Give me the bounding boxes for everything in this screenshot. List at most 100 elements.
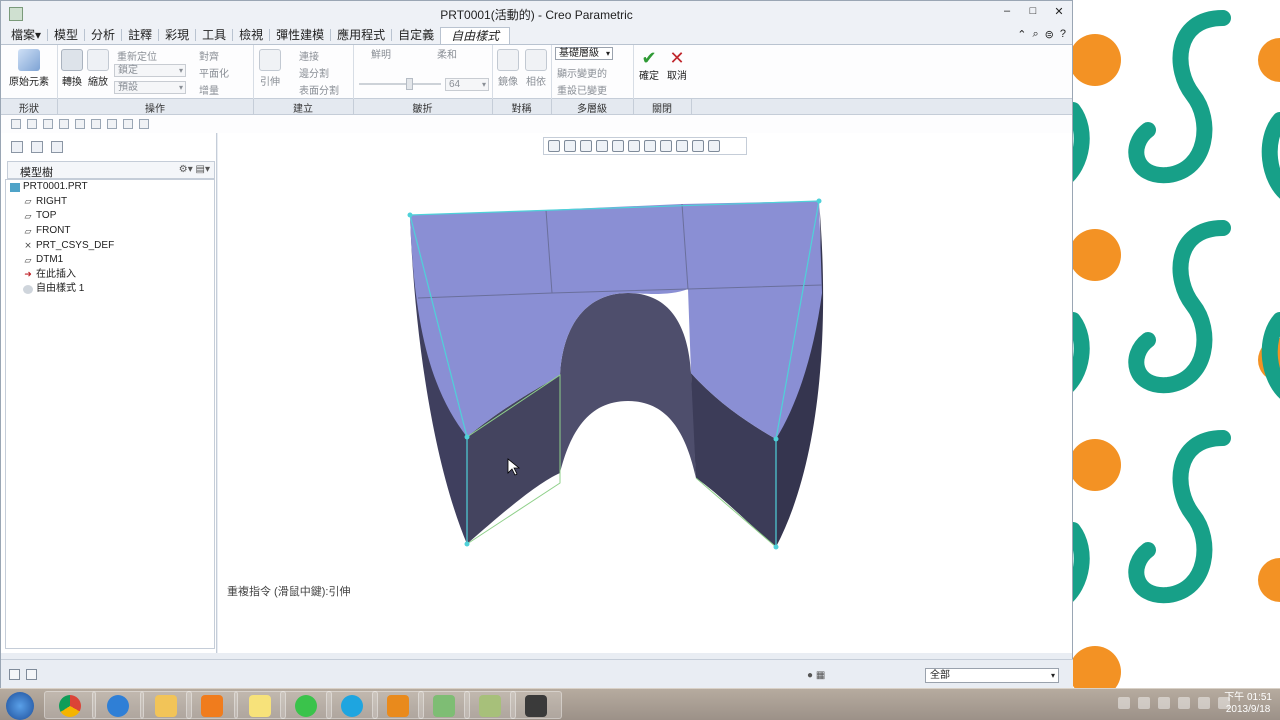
tab-model[interactable]: 模型 [48,27,84,44]
csys-display-icon[interactable] [708,140,720,152]
close-window-icon[interactable] [123,119,133,129]
tree-item-dtm1[interactable]: ▱ DTM1 [6,253,214,268]
tab-freestyle[interactable]: 自由樣式 [440,27,511,44]
cancel-button[interactable]: ✕ 取消 [663,49,691,82]
taskbar-recorder[interactable] [510,691,562,719]
mirror-button[interactable]: 鏡像 [494,49,522,88]
taskbar-app[interactable] [464,691,516,719]
regenerate-icon[interactable] [91,119,101,129]
ok-button[interactable]: ✔ 確定 [635,49,663,82]
tab-view[interactable]: 檢視 [233,27,269,44]
tab-file[interactable]: 檔案▾ [5,27,47,44]
tree-item-prt0001[interactable]: PRT0001.PRT [6,180,214,195]
tab-analysis[interactable]: 分析 [85,27,121,44]
taskbar-ie[interactable] [92,691,144,719]
tab-render[interactable]: 彩現 [159,27,195,44]
keyboard-icon[interactable] [1118,697,1130,709]
soft-option[interactable]: 柔和 [437,46,457,61]
face-split-button[interactable]: 表面分割 [299,82,339,97]
relative-button[interactable]: 相依 [522,49,550,88]
open-icon[interactable] [27,119,37,129]
zoom-in-icon[interactable] [564,140,576,152]
view-manager-icon[interactable] [644,140,656,152]
taskbar-explorer[interactable] [140,691,192,719]
crease-slider[interactable] [359,83,441,85]
tree-item-insert-here[interactable]: ➜ 在此插入 [6,268,214,283]
taskbar-creo[interactable] [418,691,470,719]
annotation-display-icon[interactable] [692,140,704,152]
tree-item-top[interactable]: ▱ TOP [6,209,214,224]
crease-slider-thumb[interactable] [406,78,413,90]
taskbar-skype[interactable] [326,691,378,719]
minimize-button[interactable]: – [1000,5,1014,18]
tree-settings-icon[interactable]: ⚙▾ ▤▾ [179,164,210,175]
tab-customize[interactable]: 自定義 [392,27,440,44]
scale-button[interactable]: 縮放 [85,49,111,88]
chevron-up-icon[interactable] [1158,697,1170,709]
settings-icon[interactable]: ⊜ [1045,28,1054,41]
browser-toggle-icon[interactable] [26,669,37,680]
search-icon[interactable]: ⌕ [1032,28,1038,41]
undo-icon[interactable] [59,119,69,129]
taskbar-chrome[interactable] [44,691,96,719]
taskbar-media-player[interactable] [186,691,238,719]
default-dropdown[interactable]: 預設 ▾ [114,81,186,94]
tab-tools[interactable]: 工具 [196,27,232,44]
model-tree-tab-icon[interactable] [11,141,23,153]
save-icon[interactable] [43,119,53,129]
extrude-button[interactable]: 引伸 [255,49,285,88]
datum-display-icon[interactable] [660,140,672,152]
graphics-window[interactable] [218,133,1072,653]
taskbar-line[interactable] [280,691,332,719]
lock-dropdown[interactable]: 鎖定 ▾ [114,64,186,77]
edge-split-button[interactable]: 邊分割 [299,65,329,80]
base-level-dropdown[interactable]: 基礎層級 ▾ [555,47,613,60]
selection-buffer-icon[interactable]: ● ▦ [807,670,825,681]
tree-item-right[interactable]: ▱ RIGHT [6,195,214,210]
clock[interactable]: 下午 01:51 2013/9/18 [1224,692,1272,716]
help-tray-icon[interactable] [1138,697,1150,709]
selection-filter-dropdown[interactable]: 全部 ▾ [925,668,1059,683]
start-button[interactable] [6,692,34,720]
flatten-button[interactable]: 平面化 [199,65,229,80]
align-button[interactable]: 對齊 [199,48,219,63]
show-changed-button[interactable]: 顯示變更的 [557,65,607,80]
taskbar-outlook[interactable] [372,691,424,719]
increment-button[interactable]: 增量 [199,82,219,97]
tree-item-prt-csys-def[interactable]: ⨯ PRT_CSYS_DEF [6,238,214,253]
reset-changed-button[interactable]: 重設已變更 [557,82,607,97]
collapse-ribbon-icon[interactable]: ⌃ [1017,28,1026,41]
maximize-button[interactable]: □ [1026,5,1040,18]
freestyle-model[interactable] [218,133,1072,653]
tab-annotate[interactable]: 註釋 [122,27,158,44]
tab-applications[interactable]: 應用程式 [331,27,391,44]
redo-icon[interactable] [75,119,85,129]
display-style-icon[interactable] [612,140,624,152]
crease-value-input[interactable]: 64 ▾ [445,78,489,91]
reposition-button[interactable]: 重新定位 [117,48,157,63]
tree-item-front[interactable]: ▱ FRONT [6,224,214,239]
repaint-icon[interactable] [596,140,608,152]
saved-orientations-icon[interactable] [628,140,640,152]
notes-icon [249,695,271,717]
connect-button[interactable]: 連接 [299,48,319,63]
spin-center-icon[interactable] [676,140,688,152]
tree-item-freestyle-1[interactable]: 自由樣式 1 [6,282,214,297]
navigator-toggle-icon[interactable] [9,669,20,680]
transform-button[interactable]: 轉換 [59,49,85,88]
new-icon[interactable] [11,119,21,129]
favorites-tab-icon[interactable] [51,141,63,153]
help-icon[interactable]: ? [1060,28,1066,41]
volume-icon[interactable] [1198,697,1210,709]
refit-icon[interactable] [548,140,560,152]
taskbar-notes[interactable] [234,691,286,719]
zoom-out-icon[interactable] [580,140,592,152]
close-button[interactable]: ✕ [1052,5,1066,18]
tab-flexible-modeling[interactable]: 彈性建模 [270,27,330,44]
network-icon[interactable] [1178,697,1190,709]
sharp-option[interactable]: 鮮明 [371,46,391,61]
primitive-button[interactable]: 原始元素 [7,49,51,88]
windows-icon[interactable] [107,119,117,129]
folder-browser-tab-icon[interactable] [31,141,43,153]
folder-icon[interactable] [139,119,149,129]
